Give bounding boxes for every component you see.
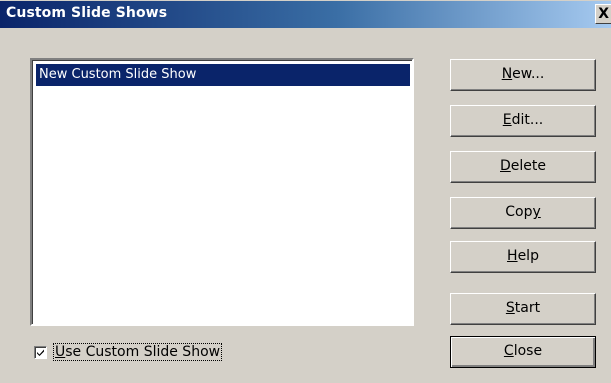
start-button[interactable]: Start [450,293,596,325]
close-button-mnemonic: C [503,343,514,359]
close-button-label-post: lose [513,343,543,359]
use-custom-show-label[interactable]: Use Custom Slide Show [53,343,223,361]
help-button[interactable]: Help [450,241,596,273]
copy-button[interactable]: Copy [450,197,596,229]
help-button-mnemonic: H [507,248,518,264]
start-button-mnemonic: S [505,300,515,316]
delete-button-label-post: elete [510,158,546,174]
list-item[interactable]: New Custom Slide Show [36,64,410,86]
edit-button-mnemonic: E [502,112,512,128]
window-title: Custom Slide Shows [6,5,168,21]
edit-button[interactable]: Edit... [450,105,596,137]
use-custom-show-checkbox[interactable] [34,345,47,359]
title-bar[interactable]: Custom Slide Shows X [0,0,611,28]
delete-button[interactable]: Delete [450,151,596,183]
close-window-button[interactable]: X [595,4,611,24]
new-button[interactable]: New... [450,59,596,91]
checkbox-label-mnemonic: U [55,344,66,360]
use-custom-show-option[interactable]: Use Custom Slide Show [34,342,223,362]
copy-button-mnemonic: y [532,204,541,220]
custom-shows-list[interactable]: New Custom Slide Show [30,58,414,326]
start-button-label-post: tart [514,300,541,316]
copy-button-label-pre: Cop [505,204,533,220]
delete-button-mnemonic: D [500,158,511,174]
checkbox-label-post: se Custom Slide Show [65,344,221,360]
new-button-label-post: ew... [512,66,545,82]
help-button-label-post: elp [517,248,539,264]
close-button[interactable]: Close [450,336,596,368]
close-icon: X [598,6,609,22]
checkmark-icon [37,349,44,356]
edit-button-label-post: dit... [511,112,544,128]
new-button-mnemonic: N [501,66,513,82]
